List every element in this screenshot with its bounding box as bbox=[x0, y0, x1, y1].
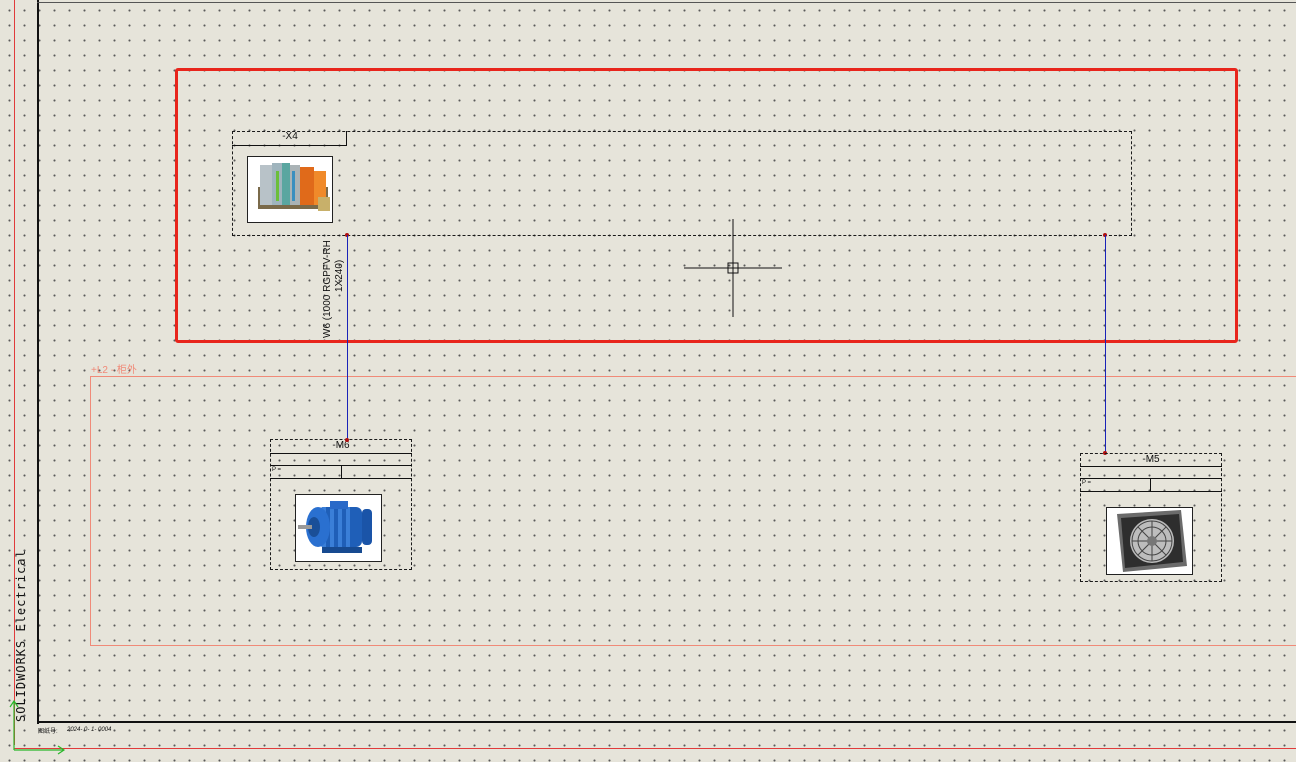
cable-label: W6 (1000 RGPFV-RH 1X240) bbox=[322, 240, 346, 338]
motor-col-line bbox=[341, 465, 342, 478]
footer-drawing-number: 2024- 0- 1- 0004 bbox=[67, 727, 112, 733]
sheet-margin-bottom bbox=[14, 748, 1296, 749]
sheet-border-left bbox=[37, 0, 39, 724]
fan-power-field: P = bbox=[1082, 480, 1092, 486]
terminal-block-image bbox=[247, 156, 333, 223]
terminal-outline[interactable] bbox=[232, 131, 1132, 236]
sheet-border-top bbox=[37, 2, 1296, 3]
motor-power-field: P = bbox=[272, 467, 282, 473]
axis-triad-icon bbox=[8, 698, 68, 756]
motor-row-line-3 bbox=[270, 478, 412, 479]
solidworks-watermark: SOLIDWORKS Electrical bbox=[14, 549, 28, 722]
terminal-tag: -X4 bbox=[282, 131, 298, 142]
crosshair-cursor-icon bbox=[684, 219, 782, 317]
sheet-border-bottom bbox=[37, 721, 1296, 723]
fan-col-line bbox=[1150, 478, 1151, 491]
fan-row-line-2 bbox=[1080, 478, 1222, 479]
fan-tag: -M5 bbox=[1142, 454, 1160, 465]
motor-row-line-1 bbox=[270, 453, 412, 454]
drawing-canvas[interactable]: SOLIDWORKS Electrical +L2 - 柜外 -X4 W6 (1… bbox=[0, 0, 1296, 762]
motor-image bbox=[295, 494, 382, 562]
wire-w6[interactable] bbox=[347, 235, 348, 440]
terminal-tag-divider-v bbox=[346, 131, 347, 146]
fan-row-line-3 bbox=[1080, 491, 1222, 492]
fan-row-line-1 bbox=[1080, 466, 1222, 467]
cable-label-line2: 1X240) bbox=[334, 259, 345, 292]
fan-image bbox=[1106, 507, 1193, 575]
motor-connection-node bbox=[345, 438, 349, 442]
location-label: +L2 - 柜外 bbox=[91, 365, 137, 376]
wire-right[interactable] bbox=[1105, 235, 1106, 453]
motor-tag: -M6 bbox=[332, 440, 350, 451]
cable-label-line1: W6 (1000 RGPFV-RH bbox=[322, 240, 333, 338]
terminal-tag-divider bbox=[232, 145, 347, 146]
